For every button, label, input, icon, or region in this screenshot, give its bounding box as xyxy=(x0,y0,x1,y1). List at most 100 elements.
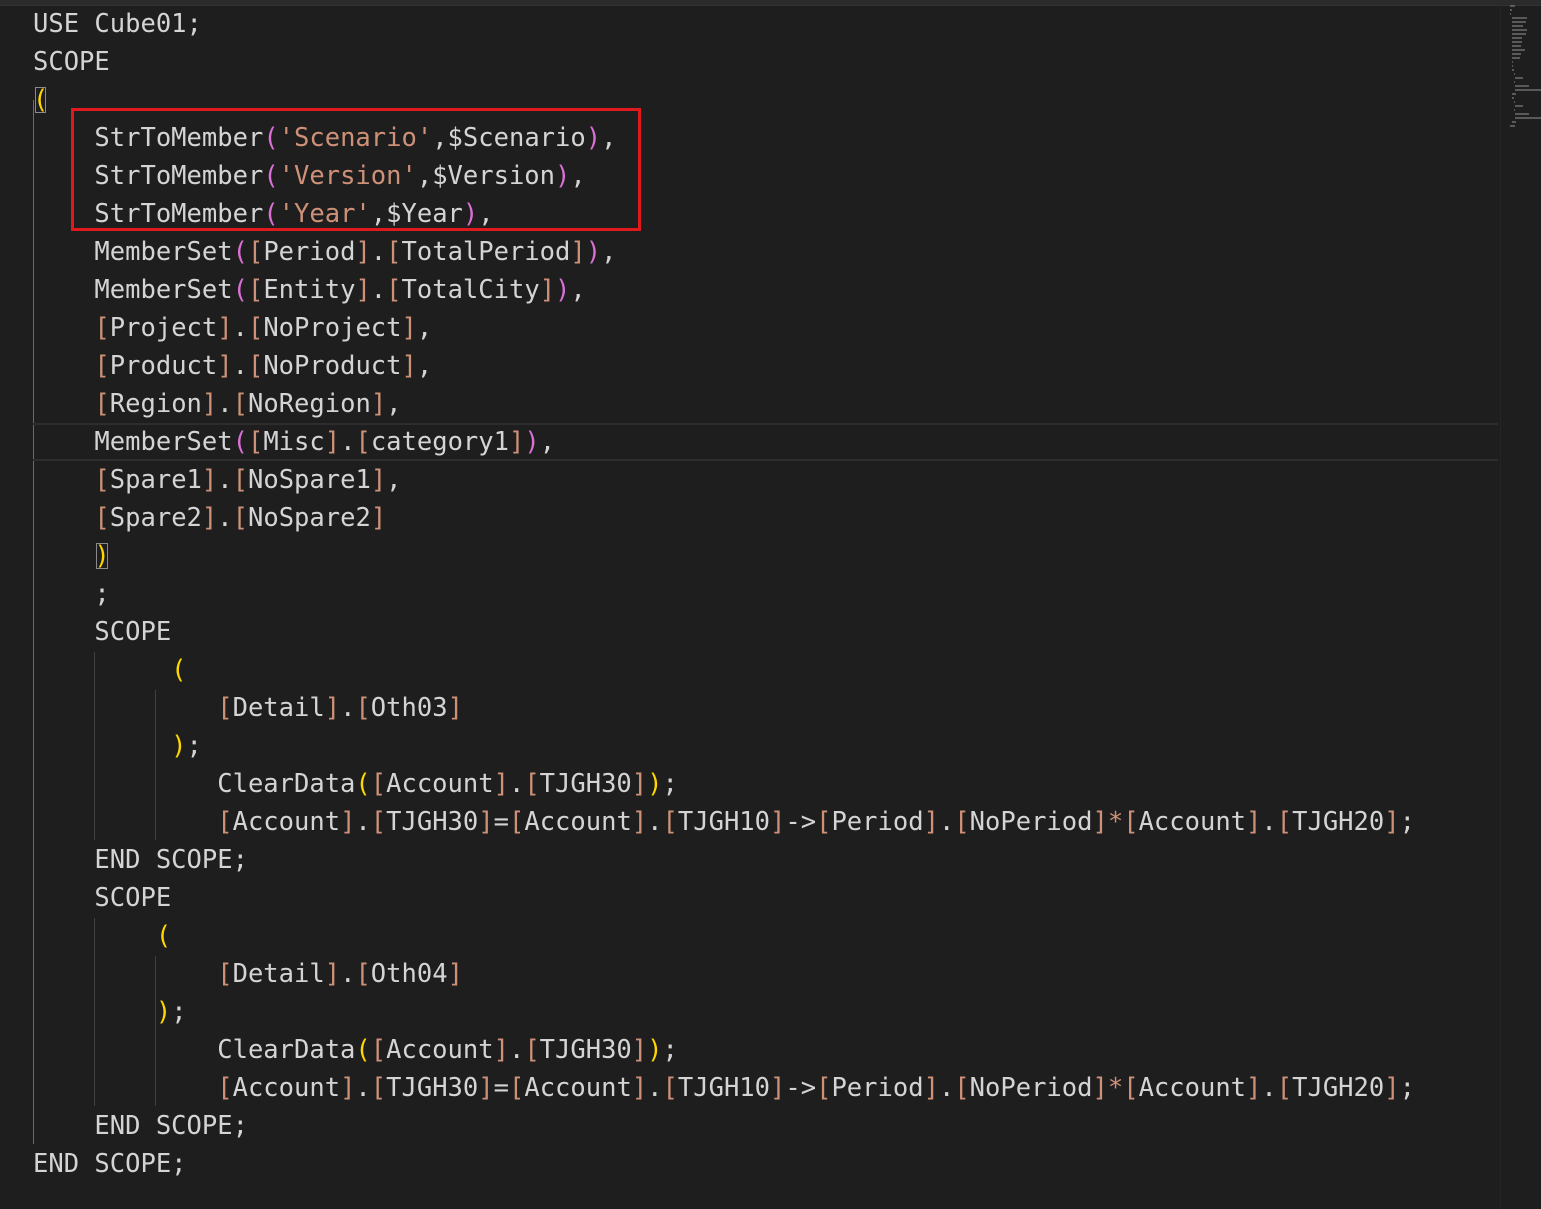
code-token: ] xyxy=(401,313,417,343)
code-token: [ xyxy=(662,1073,678,1103)
code-token: ] xyxy=(1092,1073,1108,1103)
code-token: ] xyxy=(355,237,371,267)
code-token: . xyxy=(355,807,371,837)
code-token: MemberSet xyxy=(94,275,233,305)
code-line[interactable]: ( xyxy=(33,651,186,689)
minimap[interactable] xyxy=(1505,5,1541,1209)
code-line[interactable]: END SCOPE; xyxy=(33,841,248,879)
code-token: . xyxy=(340,427,356,457)
code-token: [ xyxy=(247,427,264,457)
code-token: [ xyxy=(370,807,387,837)
code-line[interactable]: [Spare2].[NoSpare2] xyxy=(33,499,386,537)
code-line[interactable]: [Region].[NoRegion], xyxy=(33,385,401,423)
code-line[interactable]: [Detail].[Oth04] xyxy=(33,955,463,993)
code-line[interactable]: [Product].[NoProduct], xyxy=(33,347,432,385)
code-token: . xyxy=(647,1073,663,1103)
minimap-line xyxy=(1511,97,1515,99)
code-token: = xyxy=(493,1073,509,1103)
code-token: ] xyxy=(340,1073,356,1103)
code-token: ] xyxy=(217,351,233,381)
code-token: ] xyxy=(508,427,525,457)
code-line[interactable]: MemberSet([Misc].[category1]), xyxy=(33,423,1498,461)
code-token: SCOPE xyxy=(33,617,172,647)
minimap-line xyxy=(1511,21,1527,23)
minimap-line xyxy=(1510,9,1513,11)
code-token: END SCOPE; xyxy=(33,1111,248,1141)
code-line[interactable]: [Detail].[Oth03] xyxy=(33,689,463,727)
code-line[interactable]: ( xyxy=(33,917,171,955)
code-line[interactable]: END SCOPE; xyxy=(33,1107,248,1145)
code-token: ] xyxy=(324,427,341,457)
code-token: ] xyxy=(631,769,648,799)
code-token: ] xyxy=(539,275,556,305)
code-token: Spare2 xyxy=(109,503,202,533)
code-token: ) xyxy=(585,237,602,267)
code-token: Period xyxy=(831,1073,924,1103)
code-line[interactable]: MemberSet([Entity].[TotalCity]), xyxy=(33,271,585,309)
code-token: ) xyxy=(647,769,663,799)
code-token: category1 xyxy=(370,427,509,457)
code-line[interactable]: [Project].[NoProject], xyxy=(33,309,432,347)
code-line[interactable]: ( xyxy=(33,81,48,119)
code-line[interactable]: ClearData([Account].[TJGH30]); xyxy=(33,765,678,803)
code-line[interactable]: SCOPE xyxy=(33,613,171,651)
code-token: Oth04 xyxy=(370,959,448,989)
code-line[interactable]: END SCOPE; xyxy=(33,1145,187,1183)
code-token: ( xyxy=(33,85,49,115)
code-token: . xyxy=(232,351,248,381)
minimap-divider xyxy=(1500,5,1501,1209)
minimap-line xyxy=(1511,93,1517,95)
code-token: . xyxy=(1261,1073,1277,1103)
red-annotation-box xyxy=(71,108,641,231)
minimap-line xyxy=(1510,5,1515,7)
code-token: [ xyxy=(355,959,371,989)
code-token: ] xyxy=(1384,807,1400,837)
code-line[interactable]: ) xyxy=(33,537,109,575)
minimap-line xyxy=(1511,25,1524,27)
code-line[interactable]: [Account].[TJGH30]=[Account].[TJGH10]->[… xyxy=(33,803,1415,841)
code-token: ; xyxy=(662,1035,678,1065)
code-token: [ xyxy=(94,313,110,343)
code-line[interactable]: MemberSet([Period].[TotalPeriod]), xyxy=(33,233,616,271)
code-line[interactable]: ClearData([Account].[TJGH30]); xyxy=(33,1031,678,1069)
minimap-line xyxy=(1510,125,1515,127)
code-token: [ xyxy=(247,275,264,305)
minimap-line xyxy=(1511,49,1526,51)
code-token: ] xyxy=(370,465,387,495)
code-token: [ xyxy=(94,465,110,495)
code-line[interactable]: [Spare1].[NoSpare1], xyxy=(33,461,401,499)
code-token: USE Cube01; xyxy=(33,9,202,39)
minimap-line xyxy=(1515,117,1541,119)
code-line[interactable]: ; xyxy=(33,575,110,613)
minimap-line xyxy=(1514,81,1515,83)
code-token: Oth03 xyxy=(370,693,448,723)
minimap-line xyxy=(1513,109,1515,111)
code-editor[interactable]: USE Cube01; SCOPE( StrToMember('Scenario'… xyxy=(0,0,1541,1209)
code-token: . xyxy=(938,807,955,837)
code-token: Spare1 xyxy=(109,465,202,495)
code-line[interactable]: SCOPE xyxy=(33,43,110,81)
code-token: , xyxy=(539,427,556,457)
code-line[interactable]: ); xyxy=(33,993,187,1031)
code-token: SCOPE xyxy=(33,883,172,913)
code-line[interactable]: ); xyxy=(33,727,202,765)
code-token: Account xyxy=(1138,807,1247,837)
code-token: . xyxy=(217,465,233,495)
code-token: MemberSet xyxy=(94,237,233,267)
code-line[interactable]: [Account].[TJGH30]=[Account].[TJGH10]->[… xyxy=(33,1069,1415,1107)
code-token: [ xyxy=(1276,1073,1293,1103)
code-token: ; xyxy=(33,579,110,609)
code-token: . xyxy=(1261,807,1277,837)
code-token: ] xyxy=(1246,807,1262,837)
code-line[interactable]: SCOPE xyxy=(33,879,171,917)
code-token: Account xyxy=(232,807,341,837)
code-token: ] xyxy=(478,807,494,837)
minimap-line xyxy=(1515,85,1529,87)
code-line[interactable]: USE Cube01; xyxy=(33,5,202,43)
